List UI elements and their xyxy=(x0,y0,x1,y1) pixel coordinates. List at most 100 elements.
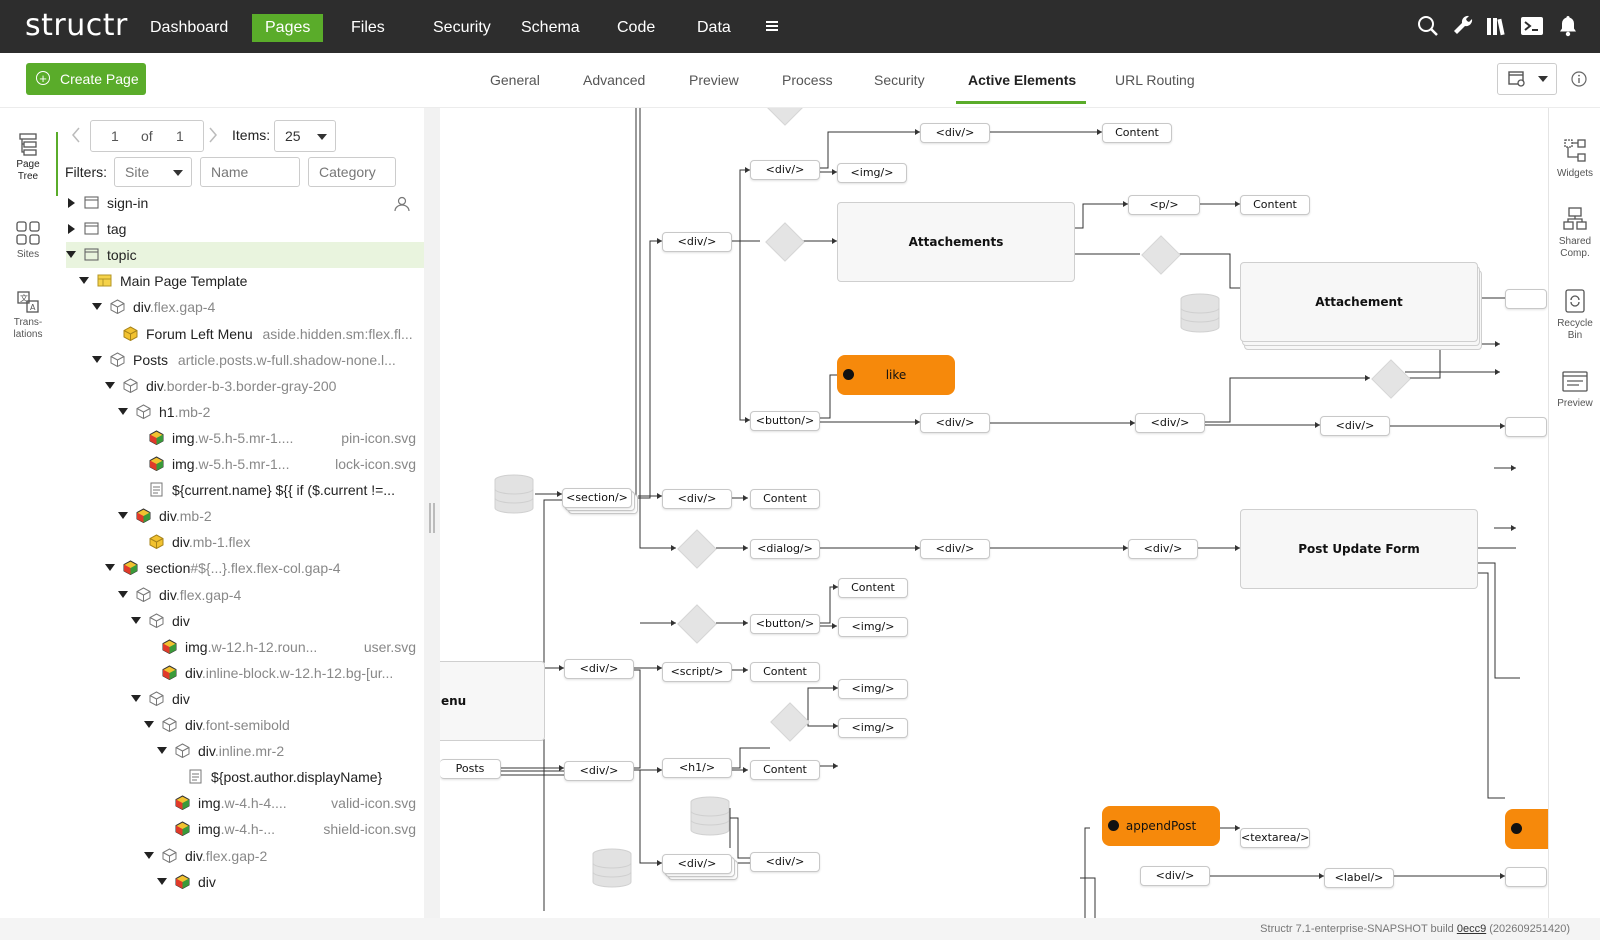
next-page-icon[interactable] xyxy=(208,127,218,143)
database-icon[interactable] xyxy=(592,848,632,888)
tree-node[interactable]: div.inline-block.w-12.h-12.bg-[ur... xyxy=(66,660,424,686)
tree-node[interactable]: div.border-b-3.border-gray-200 xyxy=(66,373,424,399)
collapse-caret-icon[interactable] xyxy=(157,747,167,755)
tree-node[interactable]: tag xyxy=(66,216,424,242)
tab-process[interactable]: Process xyxy=(782,72,833,88)
active-elements-canvas[interactable]: <div/> Content <div/> <img/> <div/> <p/>… xyxy=(440,108,1548,918)
collapse-caret-icon[interactable] xyxy=(79,277,89,285)
tree-node[interactable]: sign-in xyxy=(66,190,424,216)
collapse-caret-icon[interactable] xyxy=(118,407,128,415)
flow-node[interactable]: Content xyxy=(750,760,820,780)
tab-advanced[interactable]: Advanced xyxy=(583,72,645,88)
posts-node[interactable]: Posts xyxy=(440,759,501,779)
search-icon[interactable] xyxy=(1416,14,1440,38)
flow-node[interactable]: <div/> xyxy=(662,854,732,874)
nav-security[interactable]: Security xyxy=(420,14,504,42)
rail-translations[interactable]: 文A Trans-lations xyxy=(0,290,56,341)
database-icon[interactable] xyxy=(690,796,730,836)
attachement-node[interactable]: Attachement xyxy=(1240,262,1478,342)
forum-menu-node-partial[interactable]: enu xyxy=(440,661,545,741)
collapse-caret-icon[interactable] xyxy=(144,851,154,859)
flow-node[interactable]: <div/> xyxy=(564,659,634,679)
nav-code[interactable]: Code xyxy=(604,14,668,42)
flow-node[interactable]: Content xyxy=(750,662,820,682)
post-update-form-node[interactable]: Post Update Form xyxy=(1240,509,1478,589)
flow-node[interactable]: <div/> xyxy=(564,761,634,781)
flow-node[interactable]: <div/> xyxy=(662,232,732,252)
flow-node[interactable]: <div/> xyxy=(662,489,732,509)
tree-node[interactable]: img.w-5.h-5.mr-1... lock-icon.svg xyxy=(66,451,424,477)
tree-node[interactable]: Main Page Template xyxy=(66,268,424,294)
like-action-node[interactable]: like xyxy=(837,355,955,395)
tree-node[interactable]: div.mb-1.flex xyxy=(66,529,424,555)
flow-node[interactable]: <div/> xyxy=(1140,866,1210,886)
tree-node[interactable]: div xyxy=(66,869,424,895)
tree-node[interactable]: ${current.name} ${{ if ($.current !=... xyxy=(66,477,424,503)
collapse-caret-icon[interactable] xyxy=(157,877,167,885)
flow-node[interactable]: <div/> xyxy=(920,539,990,559)
tree-node[interactable]: img.w-4.h-... shield-icon.svg xyxy=(66,816,424,842)
flow-node[interactable]: <p/> xyxy=(1128,195,1200,215)
tree-node[interactable]: h1.mb-2 xyxy=(66,399,424,425)
attachements-node[interactable]: Attachements xyxy=(837,202,1075,282)
rail-page-tree[interactable]: Page Tree xyxy=(0,132,59,196)
flow-node[interactable]: <div/> xyxy=(1128,539,1198,559)
collapse-caret-icon[interactable] xyxy=(105,564,115,572)
tab-active-elements[interactable]: Active Elements xyxy=(968,72,1076,88)
tree-node[interactable]: div.flex.gap-4 xyxy=(66,582,424,608)
flow-node[interactable]: <img/> xyxy=(838,718,908,738)
tree-node[interactable]: img.w-12.h-12.roun... user.svg xyxy=(66,634,424,660)
collapse-caret-icon[interactable] xyxy=(118,512,128,520)
items-per-page-select[interactable]: 25 xyxy=(274,120,336,152)
section-node[interactable]: <section/> xyxy=(562,488,632,508)
tree-node[interactable]: img.w-4.h-4.... valid-icon.svg xyxy=(66,790,424,816)
nav-pages[interactable]: Pages xyxy=(252,14,324,42)
rail-preview[interactable]: Preview xyxy=(1549,370,1600,410)
flow-node[interactable]: <div/> xyxy=(1135,413,1205,433)
page-settings-dropdown[interactable] xyxy=(1497,63,1557,95)
nav-files[interactable]: Files xyxy=(338,14,398,42)
collapse-caret-icon[interactable] xyxy=(92,303,102,311)
hamburger-menu-icon[interactable] xyxy=(764,18,780,34)
expand-caret-icon[interactable] xyxy=(68,198,75,208)
tree-node[interactable]: div xyxy=(66,686,424,712)
collapse-caret-icon[interactable] xyxy=(131,616,141,624)
tab-general[interactable]: General xyxy=(490,72,540,88)
tree-node[interactable]: Posts article.posts.w-full.shadow-none.l… xyxy=(66,347,424,373)
database-icon[interactable] xyxy=(494,474,534,514)
append-post-action-node[interactable]: appendPost xyxy=(1102,806,1220,846)
resize-grip-icon[interactable] xyxy=(429,503,435,533)
collapse-caret-icon[interactable] xyxy=(105,381,115,389)
collapse-caret-icon[interactable] xyxy=(66,251,76,259)
tree-node[interactable]: div.flex.gap-2 xyxy=(66,843,424,869)
bell-icon[interactable] xyxy=(1556,14,1580,38)
flow-node[interactable]: <img/> xyxy=(838,617,908,637)
flow-node[interactable]: <label/> xyxy=(1324,868,1394,888)
tree-node[interactable]: section#${...}.flex.flex-col.gap-4 xyxy=(66,555,424,581)
rail-widgets[interactable]: Widgets xyxy=(1549,138,1600,180)
collapse-caret-icon[interactable] xyxy=(92,355,102,363)
flow-node[interactable]: <h1/> xyxy=(662,758,732,778)
docs-icon[interactable] xyxy=(1485,14,1509,38)
tree-node[interactable]: div.flex.gap-4 xyxy=(66,294,424,320)
create-page-button[interactable]: + Create Page xyxy=(26,63,146,95)
tree-node[interactable]: div.inline.mr-2 xyxy=(66,738,424,764)
flow-node-cutoff[interactable] xyxy=(1505,417,1547,437)
rail-sites[interactable]: Sites xyxy=(0,220,56,260)
rail-shared-components[interactable]: Shared Comp. xyxy=(1549,206,1600,260)
flow-node[interactable]: Content xyxy=(1240,195,1310,215)
pager-page-input[interactable]: 1 xyxy=(111,128,119,144)
info-icon[interactable] xyxy=(1571,71,1587,87)
database-icon[interactable] xyxy=(1180,293,1220,333)
flow-node[interactable]: <div/> xyxy=(750,160,820,180)
tree-node[interactable]: div.font-semibold xyxy=(66,712,424,738)
tab-preview[interactable]: Preview xyxy=(689,72,739,88)
flow-node[interactable]: <div/> xyxy=(920,123,990,143)
nav-data[interactable]: Data xyxy=(684,14,744,42)
flow-node[interactable]: <textarea/> xyxy=(1240,828,1310,848)
flow-node[interactable]: <dialog/> xyxy=(750,539,820,559)
flow-node[interactable]: Content xyxy=(750,489,820,509)
flow-node[interactable]: <script/> xyxy=(662,662,732,682)
flow-node[interactable]: <button/> xyxy=(750,411,820,431)
flow-node-cutoff[interactable] xyxy=(1505,289,1547,309)
